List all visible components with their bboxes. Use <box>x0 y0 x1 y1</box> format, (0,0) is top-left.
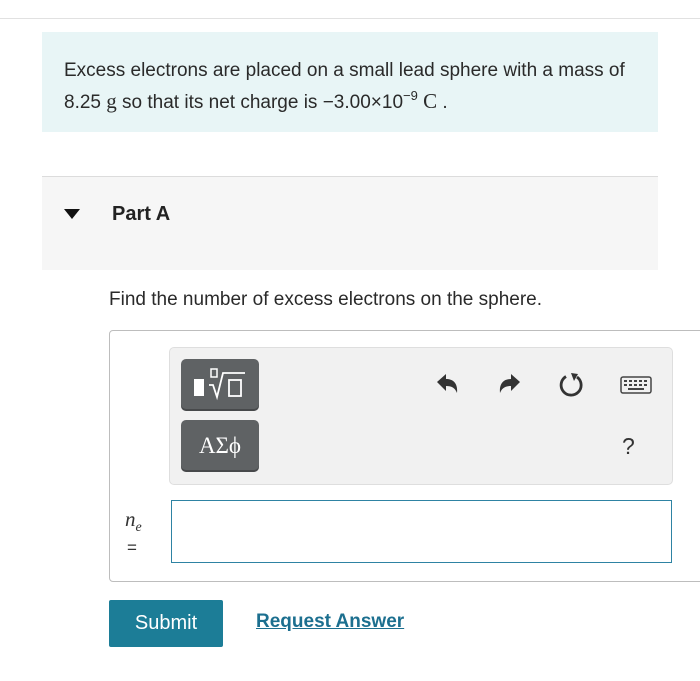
problem-text-middle: so that its net charge is −3.00×10 <box>116 92 404 113</box>
greek-symbols-button[interactable]: ΑΣϕ <box>181 420 259 472</box>
redo-button[interactable] <box>495 369 525 399</box>
answer-variable: ne <box>125 507 142 536</box>
keyboard-button[interactable] <box>620 374 652 396</box>
charge-exponent: −9 <box>403 88 418 103</box>
problem-text-end: . <box>437 92 448 113</box>
caret-down-icon[interactable] <box>64 209 80 219</box>
reset-button[interactable] <box>557 370 587 400</box>
request-answer-link[interactable]: Request Answer <box>256 611 404 633</box>
submit-button[interactable]: Submit <box>109 600 223 647</box>
answer-input[interactable] <box>171 500 672 563</box>
help-button[interactable]: ? <box>622 433 635 460</box>
keyboard-icon <box>620 376 652 394</box>
variable-subscript: e <box>135 520 142 536</box>
equals-sign: = <box>127 538 137 557</box>
redo-icon <box>499 374 520 393</box>
question-text: Find the number of excess electrons on t… <box>109 289 543 310</box>
reset-icon <box>559 373 583 397</box>
problem-statement: Excess electrons are placed on a small l… <box>42 32 658 132</box>
templates-icon <box>194 368 245 401</box>
charge-unit: C <box>423 89 438 113</box>
top-divider <box>0 18 700 19</box>
variable-symbol: n <box>125 507 136 531</box>
part-title[interactable]: Part A <box>112 203 170 226</box>
mass-unit: g <box>106 89 117 113</box>
undo-button[interactable] <box>432 369 462 399</box>
templates-button[interactable] <box>181 359 259 411</box>
undo-icon <box>437 374 458 393</box>
